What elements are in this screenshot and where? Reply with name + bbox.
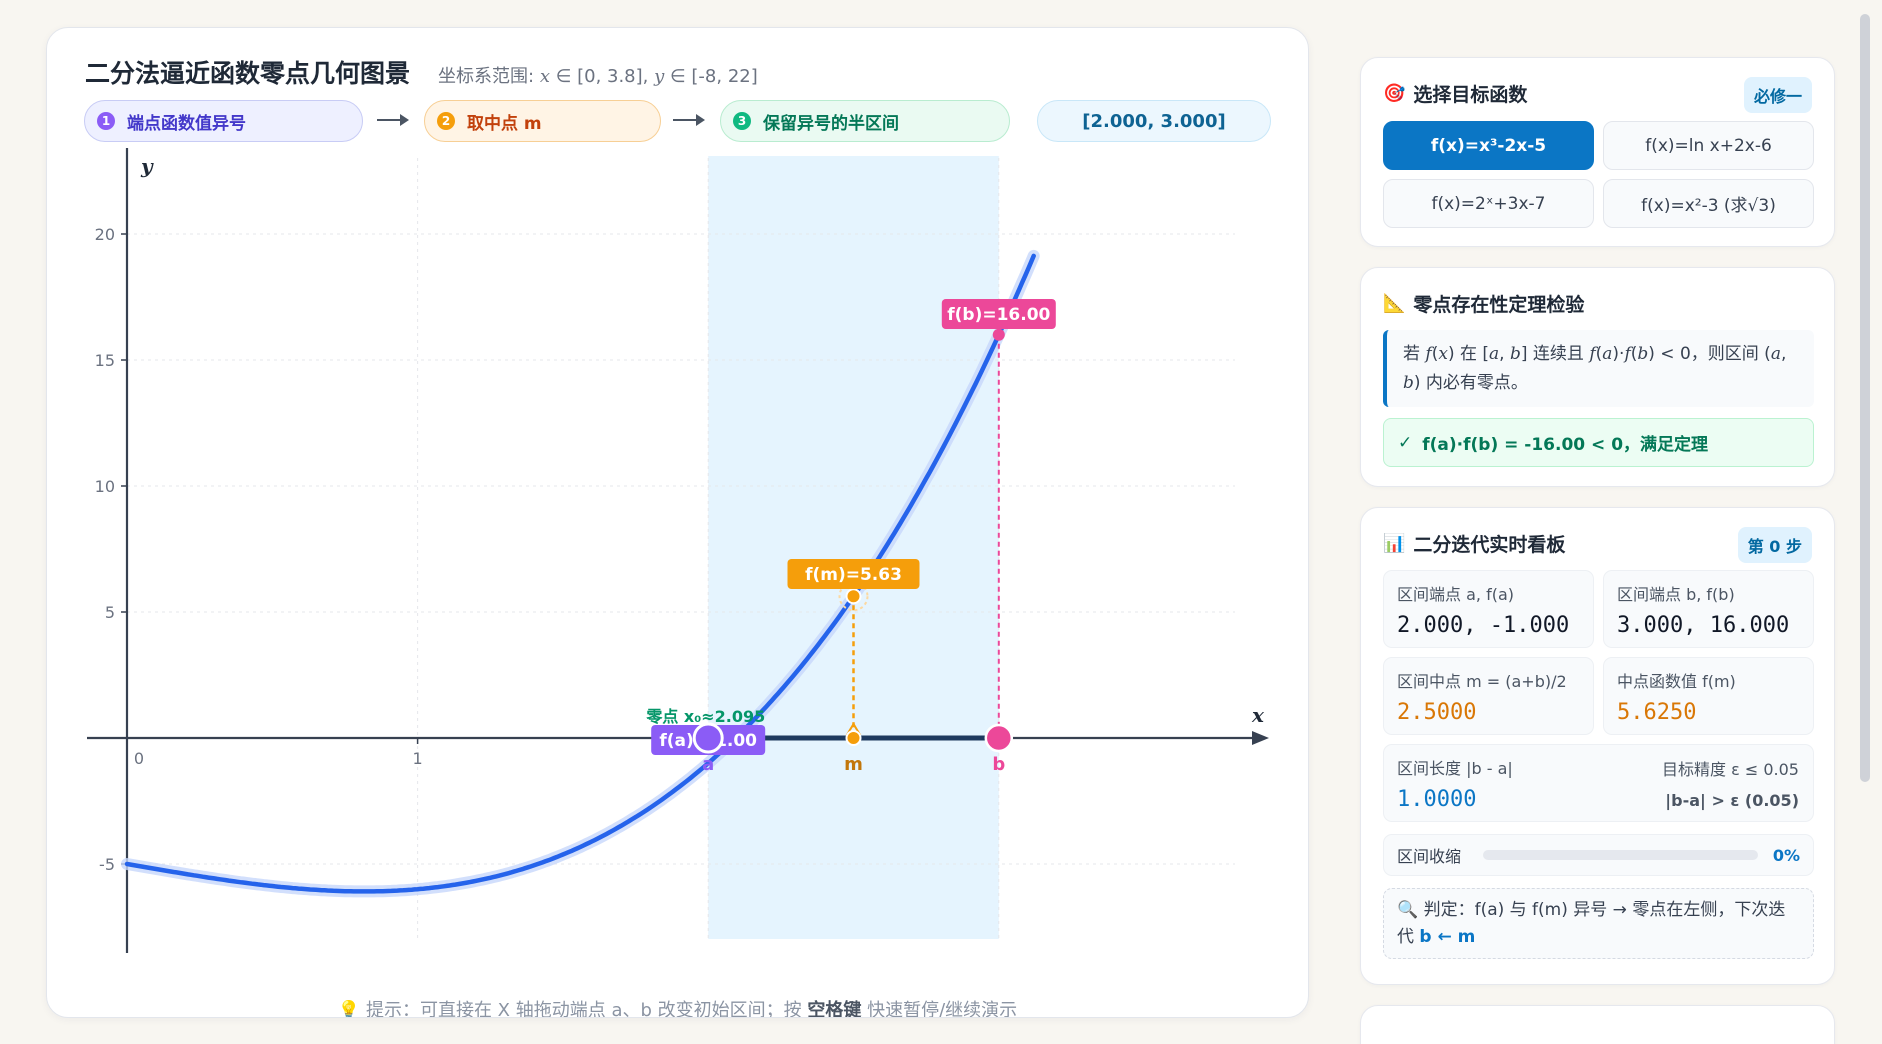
function-option-exp[interactable]: f(x)=2ˣ+3x-7 xyxy=(1383,179,1594,228)
theorem-check-result: ✓ f(a)·f(b) = -16.00 < 0，满足定理 xyxy=(1383,418,1814,467)
step-label: 取中点 m xyxy=(467,113,542,134)
current-interval-badge: [2.000, 3.000] xyxy=(1037,100,1271,142)
step-sign-check: 1 端点函数值异号 xyxy=(84,100,363,142)
x-tick-label: 1 xyxy=(413,749,423,768)
stat-midpoint: 区间中点 m = (a+b)/2 2.5000 xyxy=(1383,657,1594,735)
precision-label: 目标精度 ε ≤ 0.05 xyxy=(1662,760,1799,779)
point-f-m xyxy=(845,588,862,605)
check-text: f(a)·f(b) = -16.00 < 0，满足定理 xyxy=(1422,435,1709,455)
card-header: 📐 零点存在性定理检验 xyxy=(1383,290,1584,317)
step-number: 2 xyxy=(437,112,455,130)
stat-value: 3.000, 16.000 xyxy=(1617,613,1790,638)
y-tick-label: 5 xyxy=(105,603,115,622)
stat-value: 5.6250 xyxy=(1617,700,1697,725)
graph-panel: 二分法逼近函数零点几何图景 坐标系范围: x ∈ [0, 3.8], y ∈ [… xyxy=(46,27,1309,1018)
theorem-check-card: 📐 零点存在性定理检验 若 f(x) 在 [a, b] 连续且 f(a)·f(b… xyxy=(1360,267,1835,487)
triangle-ruler-icon: 📐 xyxy=(1383,293,1406,314)
step-label: 保留异号的半区间 xyxy=(763,113,899,134)
f-b-label: f(b)=16.00 xyxy=(947,305,1050,325)
y-tick-label: 15 xyxy=(95,351,115,370)
endpoint-b-label: b xyxy=(992,754,1005,775)
stat-value: 2.5000 xyxy=(1397,700,1477,725)
step-keep-half: 3 保留异号的半区间 xyxy=(720,100,1010,142)
x-tick-label: 0 xyxy=(134,749,144,768)
endpoint-a-handle[interactable] xyxy=(692,722,724,754)
interval-highlight xyxy=(708,156,999,939)
stat-label: 区间中点 m = (a+b)/2 xyxy=(1397,672,1567,691)
arrow-right-icon xyxy=(673,114,705,126)
theorem-statement: 若 f(x) 在 [a, b] 连续且 f(a)·f(b) < 0，则区间 (a… xyxy=(1383,330,1814,407)
card-title: 二分迭代实时看板 xyxy=(1413,534,1566,556)
judgement-note: 🔍 判定：f(a) 与 f(m) 异号 → 零点在左侧，下次迭代 b ← m xyxy=(1383,888,1814,959)
progress-track xyxy=(1483,850,1758,860)
next-update: b ← m xyxy=(1419,927,1476,947)
magnifier-icon: 🔍 xyxy=(1397,900,1419,920)
card-title: 选择目标函数 xyxy=(1413,84,1528,106)
bar-chart-icon: 📊 xyxy=(1383,533,1406,554)
step-number: 3 xyxy=(733,112,751,130)
step-count-badge: 第 0 步 xyxy=(1737,527,1812,563)
function-option-sqrt3[interactable]: f(x)=x²-3 (求√3) xyxy=(1603,179,1814,228)
stat-label: 区间端点 b, f(b) xyxy=(1617,585,1735,604)
point-f-b xyxy=(992,328,1005,341)
stat-grid: 区间端点 a, f(a) 2.000, -1.000 区间端点 b, f(b) … xyxy=(1383,570,1814,735)
stat-midpoint-value: 中点函数值 f(m) 5.6250 xyxy=(1603,657,1814,735)
function-option-cubic[interactable]: f(x)=x³-2x-5 xyxy=(1383,121,1594,170)
page-scrollbar[interactable] xyxy=(1860,14,1870,782)
function-selector-card: 🎯 选择目标函数 必修一 f(x)=x³-2x-5 f(x)=ln x+2x-6… xyxy=(1360,57,1835,247)
progress-percent: 0% xyxy=(1772,845,1800,865)
target-icon: 🎯 xyxy=(1383,83,1406,104)
x-axis-arrow-icon xyxy=(1252,731,1269,745)
endpoint-b-handle[interactable] xyxy=(984,723,1014,753)
card-header: 📊 二分迭代实时看板 xyxy=(1383,530,1565,557)
y-tick-label: 10 xyxy=(95,477,115,496)
stat-endpoint-a: 区间端点 a, f(a) 2.000, -1.000 xyxy=(1383,570,1594,648)
stat-endpoint-b: 区间端点 b, f(b) 3.000, 16.000 xyxy=(1603,570,1814,648)
f-m-label: f(m)=5.63 xyxy=(805,565,902,585)
stat-interval-length: 区间长度 |b - a| 1.0000 目标精度 ε ≤ 0.05 |b-a| … xyxy=(1383,744,1814,822)
y-tick-label: 20 xyxy=(95,225,115,244)
step-label: 端点函数值异号 xyxy=(127,113,246,134)
precision-status: |b-a| > ε (0.05) xyxy=(1665,791,1799,810)
step-number: 1 xyxy=(97,112,115,130)
shrink-progress: 区间收缩 0% xyxy=(1383,834,1814,876)
arrow-right-icon xyxy=(377,114,409,126)
stat-label: 区间端点 a, f(a) xyxy=(1397,585,1514,604)
y-axis-label: y xyxy=(140,154,154,178)
function-options: f(x)=x³-2x-5 f(x)=ln x+2x-6 f(x)=2ˣ+3x-7… xyxy=(1383,121,1814,228)
y-tick-label: -5 xyxy=(99,855,115,874)
card-title: 零点存在性定理检验 xyxy=(1413,294,1585,316)
progress-label: 区间收缩 xyxy=(1397,847,1462,866)
check-icon: ✓ xyxy=(1398,432,1413,453)
midpoint-m-label: m xyxy=(844,754,863,775)
stat-value: 2.000, -1.000 xyxy=(1397,613,1570,638)
x-axis-label: x xyxy=(1251,703,1265,727)
drag-hint: 💡 提示：可直接在 X 轴拖动端点 a、b 改变初始区间；按 空格键 快速暂停/… xyxy=(337,1000,1018,1018)
course-badge: 必修一 xyxy=(1743,77,1812,113)
next-card xyxy=(1360,1005,1835,1044)
midpoint-marker xyxy=(845,730,862,746)
endpoint-a-label: a xyxy=(702,754,714,775)
function-option-log[interactable]: f(x)=ln x+2x-6 xyxy=(1603,121,1814,170)
iteration-dashboard-card: 📊 二分迭代实时看板 第 0 步 区间端点 a, f(a) 2.000, -1.… xyxy=(1360,507,1835,985)
step-midpoint: 2 取中点 m xyxy=(424,100,661,142)
stat-label: 中点函数值 f(m) xyxy=(1617,672,1736,691)
card-header: 🎯 选择目标函数 xyxy=(1383,80,1527,107)
function-plot[interactable]: xy0 1-55101520零点 x₀≈2.095f(b)=16.00f(m)=5… xyxy=(47,28,1309,1018)
